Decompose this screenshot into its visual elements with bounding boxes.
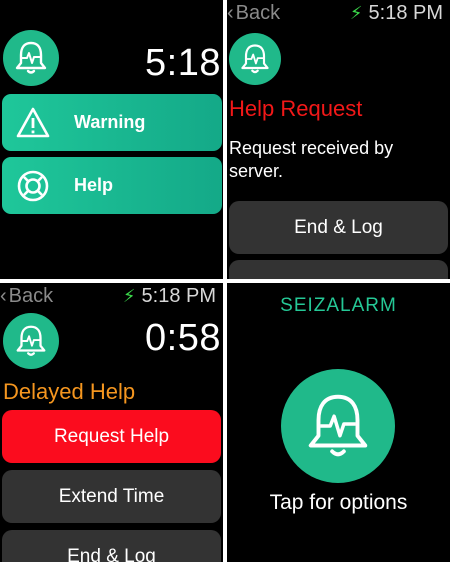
back-label: Back — [8, 285, 54, 307]
launch-screen: SEIZALARM Tap for options — [227, 283, 450, 562]
back-button[interactable]: ‹ Back — [227, 2, 280, 25]
end-log-button[interactable]: End & Log — [2, 530, 221, 562]
request-help-button[interactable]: Request Help — [2, 410, 221, 463]
bell-heartbeat-icon[interactable] — [229, 33, 281, 85]
help-button[interactable]: Help — [2, 157, 222, 214]
home-screen: 5:18 Warning Help — [0, 0, 223, 279]
status-message: Request received by server. — [229, 138, 394, 181]
page-title: Help Request — [229, 96, 363, 121]
delayed-help-screen: ‹ Back ⚡ 5:18 PM 0:58 Delayed Help Reque… — [0, 283, 223, 562]
charging-bolt-icon: ⚡ — [349, 3, 363, 23]
status-time: ⚡ 5:18 PM — [350, 2, 443, 25]
status-time-text: 5:18 PM — [368, 2, 443, 24]
help-request-screen: ‹ Back ⚡ 5:18 PM Help Request Request re… — [227, 0, 450, 279]
back-label: Back — [235, 2, 281, 24]
lifebuoy-icon — [16, 169, 50, 203]
next-button-partial[interactable] — [229, 260, 448, 279]
back-button[interactable]: ‹ Back — [0, 285, 53, 308]
chevron-left-icon: ‹ — [227, 2, 234, 24]
help-button-label: Help — [74, 175, 114, 195]
warning-triangle-icon — [16, 106, 50, 140]
status-time: ⚡ 5:18 PM — [123, 285, 216, 308]
clock: 5:18 — [145, 42, 221, 84]
warning-button-label: Warning — [74, 112, 146, 132]
page-title: Delayed Help — [3, 379, 136, 404]
charging-bolt-icon: ⚡ — [122, 286, 136, 306]
brand-title: SEIZALARM — [280, 295, 397, 316]
warning-button[interactable]: Warning — [2, 94, 222, 151]
status-time-text: 5:18 PM — [141, 285, 216, 307]
extend-time-button[interactable]: Extend Time — [2, 470, 221, 523]
end-log-button[interactable]: End & Log — [229, 201, 448, 254]
bell-heartbeat-icon[interactable] — [281, 369, 395, 483]
countdown-timer: 0:58 — [145, 317, 221, 359]
bell-heartbeat-icon[interactable] — [3, 30, 59, 86]
tap-for-options-label[interactable]: Tap for options — [227, 491, 450, 515]
bell-heartbeat-icon[interactable] — [3, 313, 59, 369]
chevron-left-icon: ‹ — [0, 285, 7, 307]
